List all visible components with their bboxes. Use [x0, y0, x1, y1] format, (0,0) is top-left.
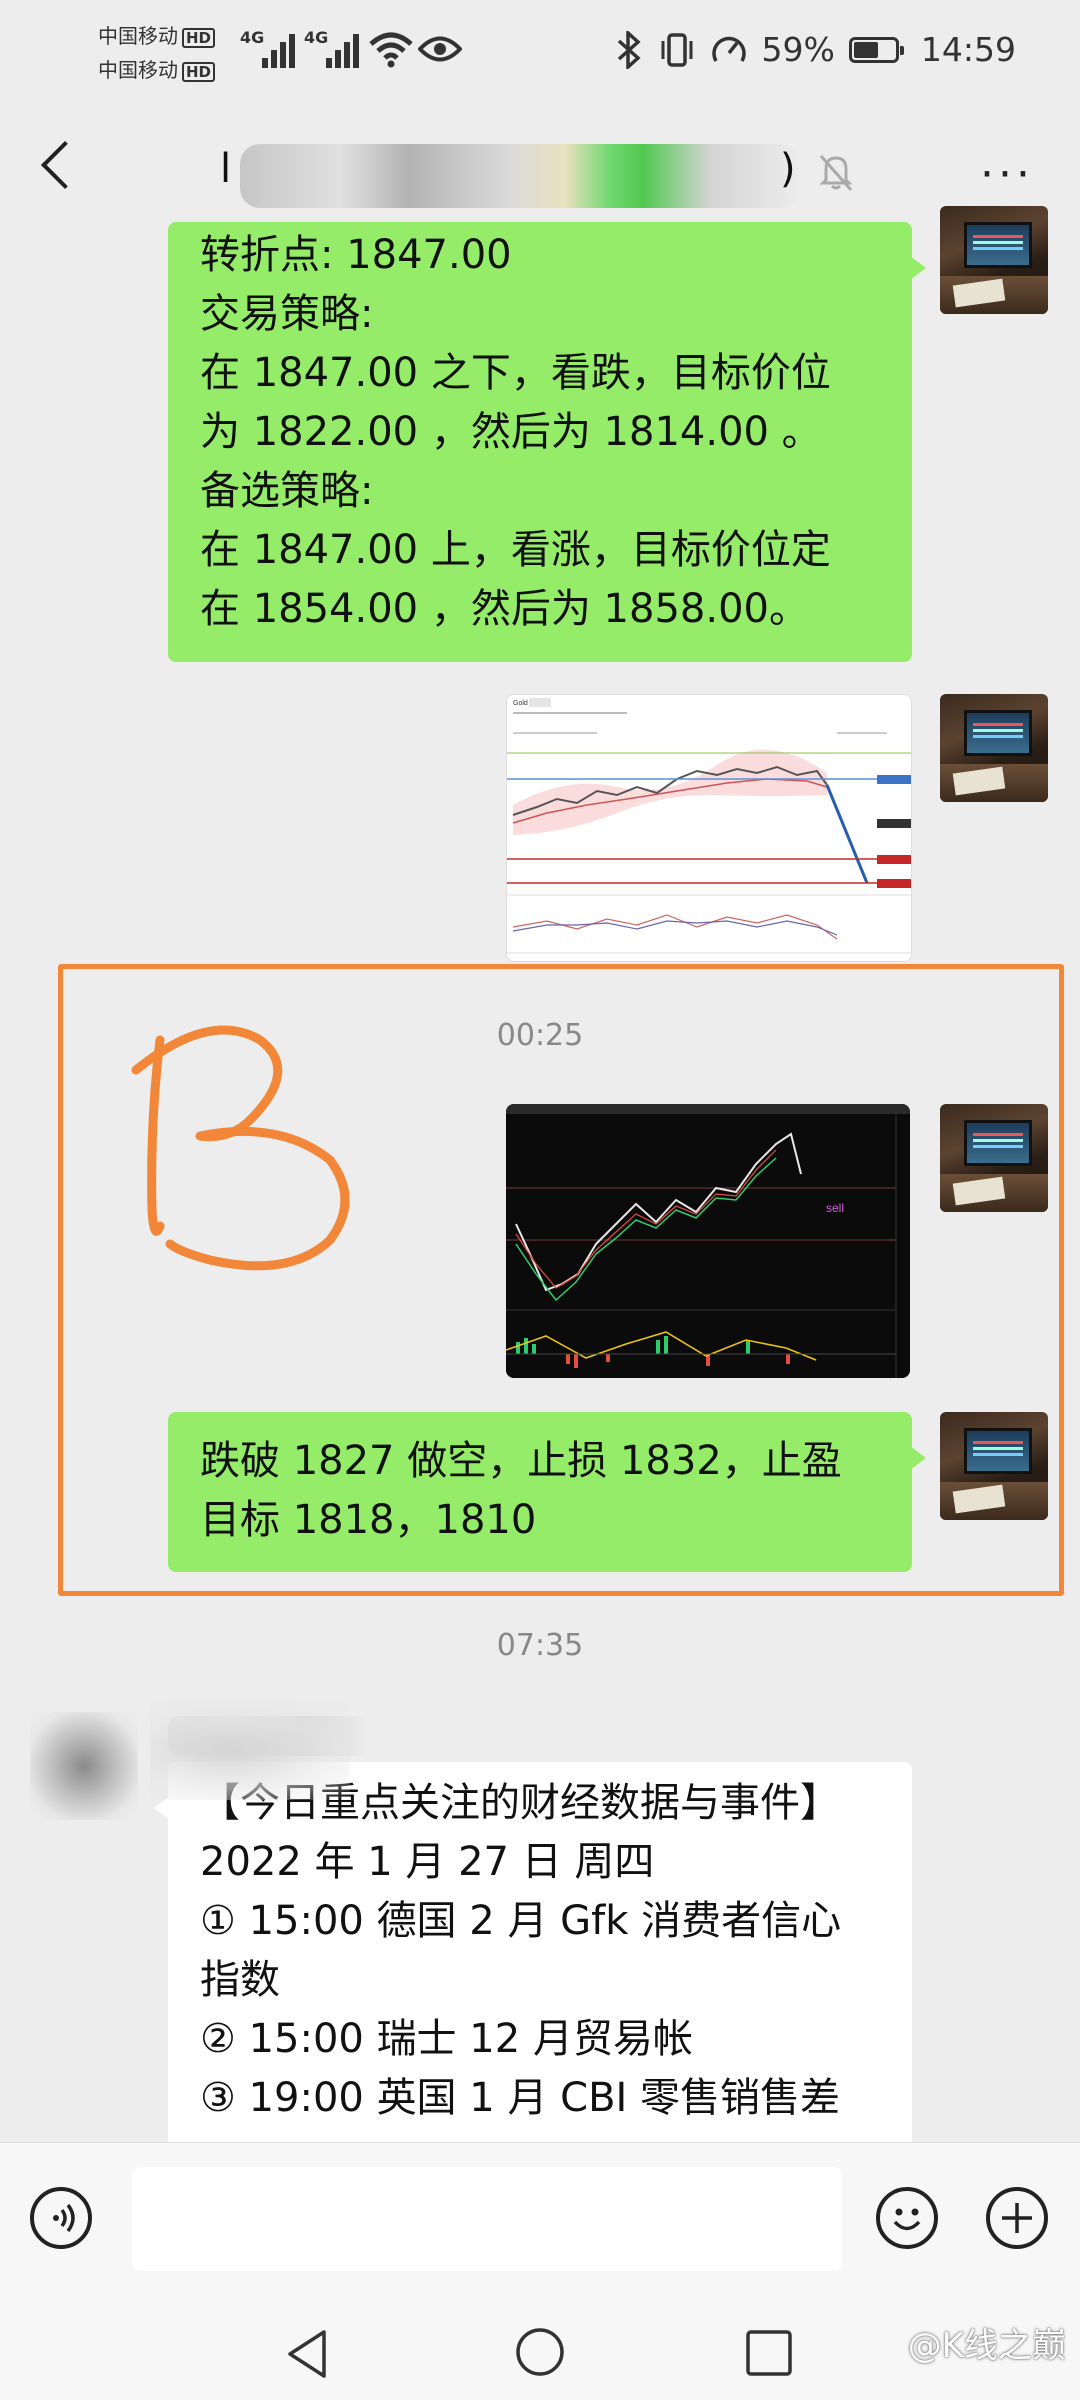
wifi-icon	[369, 32, 413, 68]
network-type-1: 4G	[240, 28, 265, 47]
bluetooth-icon	[617, 30, 641, 69]
gold-chart-graphic: Gold	[507, 695, 911, 961]
strategy-line-4: 为 1822.00 ，然后为 1814.00 。	[200, 409, 822, 455]
timestamp-2: 07:35	[496, 1628, 584, 1663]
image-gold-chart[interactable]: Gold	[506, 694, 912, 962]
more-options-icon[interactable]: ···	[980, 153, 1034, 197]
battery-fill	[853, 41, 878, 58]
watermark: @K线之巅	[907, 2326, 1066, 2366]
strategy-line-6: 在 1847.00 上，看涨，目标价位定	[200, 527, 831, 573]
news-line-4: 指数	[200, 1957, 280, 2003]
nav-recents-icon[interactable]	[744, 2328, 794, 2378]
carrier-2-name: 中国移动	[98, 58, 178, 82]
avatar-sender-blurred[interactable]	[30, 1712, 138, 1820]
strategy-line-2: 交易策略:	[200, 291, 374, 337]
avatar-self-1[interactable]	[940, 206, 1048, 314]
avatar-self-2[interactable]	[940, 694, 1048, 802]
strategy-line-1: 转折点: 1847.00	[200, 232, 512, 278]
news-line-3: ① 15:00 德国 2 月 Gfk 消费者信心	[200, 1898, 842, 1944]
gold-chart-label: Gold	[513, 700, 528, 707]
carrier-1: 中国移动 HD	[98, 24, 216, 48]
name-blur-overlay	[150, 1700, 350, 1800]
chat-title-blurred	[240, 144, 800, 208]
vibrate-icon	[661, 32, 693, 67]
voice-input-icon[interactable]	[30, 2187, 92, 2249]
status-bar: 中国移动 HD 中国移动 HD 4G 4G 59% 14:59	[0, 0, 1080, 110]
carrier-1-name: 中国移动	[98, 24, 178, 48]
message-input[interactable]	[132, 2167, 842, 2271]
signal-icon-1	[262, 30, 302, 68]
strategy-line-5: 备选策略:	[200, 468, 374, 514]
battery-icon	[848, 36, 904, 63]
strategy-line-7: 在 1854.00 ，然后为 1858.00。	[200, 586, 809, 632]
chat-header: l ) ···	[0, 110, 1080, 238]
news-line-6: ③ 19:00 英国 1 月 CBI 零售销售差	[200, 2075, 841, 2121]
hd-badge: HD	[182, 28, 216, 48]
back-arrow-icon[interactable]	[40, 140, 90, 190]
performance-icon	[711, 36, 746, 62]
chat-title-suffix: )	[780, 146, 796, 192]
eye-icon	[418, 36, 462, 62]
network-type-2: 4G	[304, 28, 329, 47]
message-news[interactable]: 【今日重点关注的财经数据与事件】 2022 年 1 月 27 日 周四 ① 15…	[154, 1762, 912, 2182]
strategy-line-3: 在 1847.00 之下，看跌，目标价位	[200, 350, 831, 396]
input-bar	[0, 2142, 1080, 2301]
clock: 14:59	[920, 30, 1016, 69]
message-strategy[interactable]: 转折点: 1847.00 交易策略: 在 1847.00 之下，看跌，目标价位 …	[168, 222, 926, 662]
emoji-icon[interactable]	[876, 2187, 938, 2249]
nav-back-icon[interactable]	[284, 2328, 332, 2380]
news-line-5: ② 15:00 瑞士 12 月贸易帐	[200, 2016, 693, 2062]
carrier-2: 中国移动 HD	[98, 58, 216, 82]
mute-bell-icon	[819, 155, 853, 191]
handwritten-b-annotation	[131, 1025, 350, 1271]
chat-title-prefix: l	[220, 146, 232, 192]
status-right: 59% 14:59	[614, 30, 1016, 69]
news-line-2: 2022 年 1 月 27 日 周四	[200, 1839, 655, 1885]
nav-home-icon[interactable]	[514, 2326, 566, 2378]
signal-icon-2	[326, 30, 366, 68]
add-more-icon[interactable]	[986, 2187, 1048, 2249]
battery-percent: 59%	[761, 30, 835, 69]
hd-badge-2: HD	[182, 62, 216, 82]
